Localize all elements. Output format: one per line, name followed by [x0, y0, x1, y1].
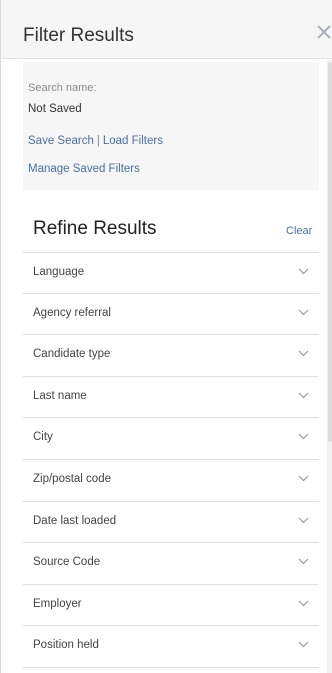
filter-label: Agency referral [33, 306, 111, 319]
filter-label: Source Code [33, 556, 101, 569]
chevron-down-icon [298, 475, 309, 482]
filter-label: Candidate type [33, 348, 111, 361]
panel-title: Filter Results [23, 25, 134, 46]
filter-label: City [33, 431, 53, 444]
filter-last-name[interactable]: Last name [23, 377, 319, 419]
chevron-down-icon [298, 558, 309, 565]
filter-label: Date last loaded [33, 514, 117, 527]
close-icon [311, 20, 332, 46]
filter-label: Position held [33, 639, 99, 652]
chevron-down-icon [298, 309, 309, 316]
filter-employer[interactable]: Employer [23, 585, 319, 627]
chevron-down-icon [298, 433, 309, 440]
filter-list: Language Agency referral Candidate type … [23, 252, 319, 668]
refine-results-title: Refine Results [33, 218, 157, 239]
filter-agency-referral[interactable]: Agency referral [23, 294, 319, 336]
scrollbar-thumb[interactable] [328, 62, 332, 442]
chevron-down-icon [298, 268, 309, 275]
filter-label: Zip/postal code [33, 472, 111, 485]
filter-city[interactable]: City [23, 418, 319, 460]
chevron-down-icon [298, 392, 309, 399]
search-name-value: Not Saved [28, 103, 82, 115]
save-search-link[interactable]: Save Search [28, 135, 94, 147]
filter-zip-postal-code[interactable]: Zip/postal code [23, 460, 319, 502]
chevron-down-icon [298, 517, 309, 524]
chevron-down-icon [298, 641, 309, 648]
filter-label: Last name [33, 389, 87, 402]
filter-label: Employer [33, 597, 82, 610]
filter-source-code[interactable]: Source Code [23, 543, 319, 585]
filter-results-panel: Filter Results Search name: Not Saved Sa… [0, 0, 332, 673]
search-links-row: Save Search | Load Filters [28, 135, 163, 147]
filter-date-last-loaded[interactable]: Date last loaded [23, 502, 319, 544]
filter-position-held[interactable]: Position held [23, 626, 319, 668]
clear-filters-link[interactable]: Clear [286, 225, 312, 237]
chevron-down-icon [298, 600, 309, 607]
filter-label: Language [33, 266, 85, 278]
filter-candidate-type[interactable]: Candidate type [23, 335, 319, 377]
link-separator: | [96, 135, 100, 147]
manage-saved-filters-link[interactable]: Manage Saved Filters [28, 163, 140, 175]
search-name-label: Search name: [28, 82, 97, 94]
close-button[interactable] [311, 20, 332, 46]
filter-language[interactable]: Language [23, 252, 319, 294]
load-filters-link[interactable]: Load Filters [103, 135, 163, 147]
chevron-down-icon [298, 350, 309, 357]
panel-header: Filter Results [1, 0, 332, 59]
